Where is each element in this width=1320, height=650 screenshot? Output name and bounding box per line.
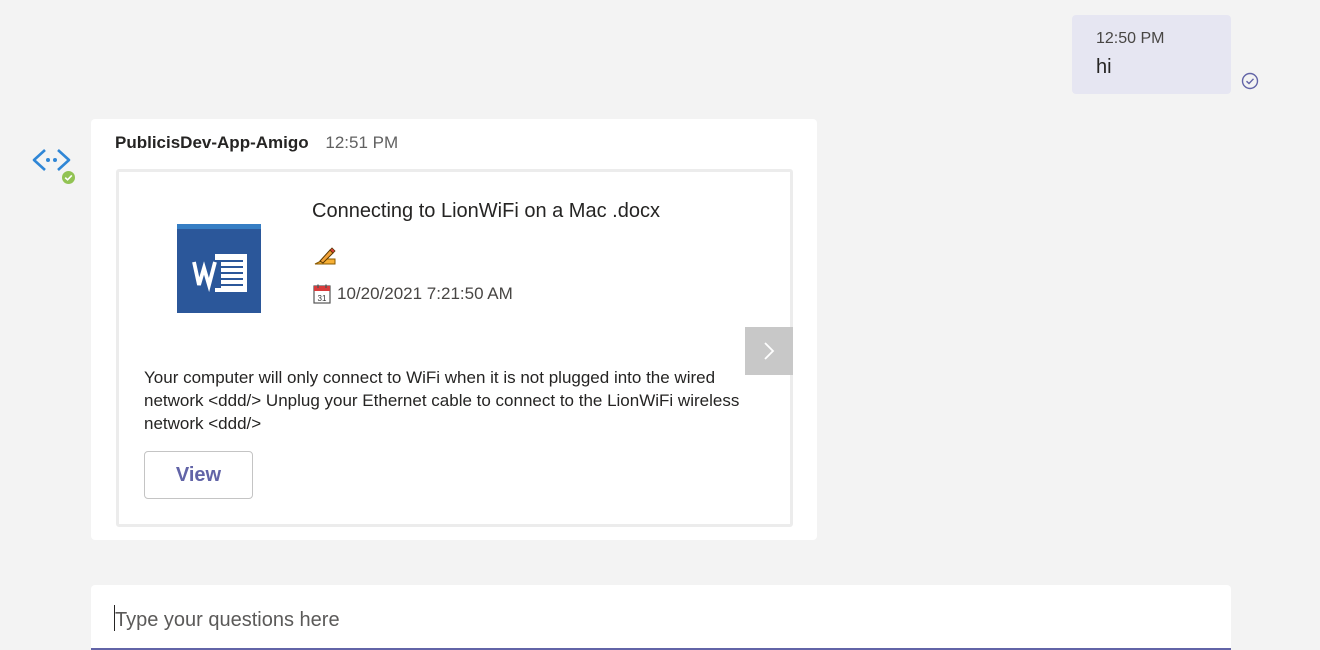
document-date: 10/20/2021 7:21:50 AM bbox=[337, 284, 513, 303]
read-receipt-icon bbox=[1241, 72, 1259, 90]
document-card: Connecting to LionWiFi on a Mac .docx 31… bbox=[116, 169, 793, 527]
bot-message-header: PublicisDev-App-Amigo 12:51 PM bbox=[115, 133, 398, 153]
sent-message-text: hi bbox=[1096, 56, 1112, 78]
question-input[interactable] bbox=[115, 605, 1205, 635]
sent-message-time: 12:50 PM bbox=[1096, 30, 1165, 47]
sent-message[interactable]: 12:50 PM hi bbox=[1072, 15, 1231, 94]
document-summary: Your computer will only connect to WiFi … bbox=[144, 368, 740, 433]
chevron-right-icon bbox=[764, 342, 775, 360]
view-button[interactable]: View bbox=[144, 451, 253, 499]
bot-sender-name[interactable]: PublicisDev-App-Amigo bbox=[115, 133, 309, 152]
document-title: Connecting to LionWiFi on a Mac .docx bbox=[312, 200, 660, 222]
presence-available-icon bbox=[60, 169, 77, 186]
document-date-row: 31 10/20/2021 7:21:50 AM bbox=[313, 284, 513, 304]
calendar-icon: 31 bbox=[313, 284, 331, 304]
pencil-icon bbox=[314, 247, 336, 265]
word-doc-icon bbox=[177, 224, 261, 313]
svg-text:31: 31 bbox=[318, 294, 327, 303]
bot-message-time: 12:51 PM bbox=[325, 133, 399, 152]
message-composer[interactable] bbox=[91, 585, 1231, 650]
